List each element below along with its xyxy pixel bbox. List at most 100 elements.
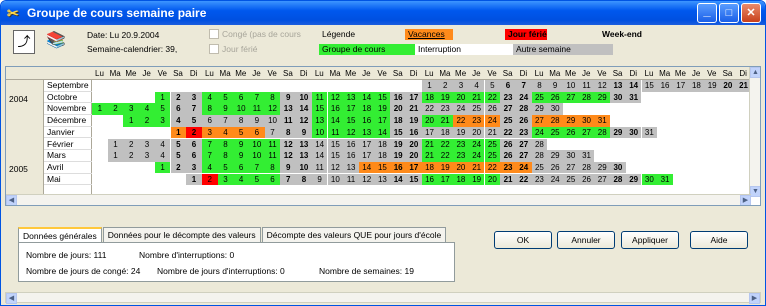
day-cell[interactable]: 7 bbox=[186, 103, 202, 115]
day-cell[interactable]: 17 bbox=[406, 161, 422, 174]
day-cell[interactable]: 19 bbox=[406, 115, 422, 127]
day-cell[interactable]: 24 bbox=[515, 91, 532, 104]
day-cell[interactable]: 11 bbox=[311, 91, 328, 104]
day-cell[interactable]: 3 bbox=[154, 115, 171, 127]
day-cell[interactable]: 24 bbox=[468, 138, 485, 150]
day-cell[interactable]: 29 bbox=[531, 103, 548, 115]
day-cell[interactable]: 12 bbox=[343, 126, 359, 139]
day-cell[interactable]: 20 bbox=[720, 80, 736, 92]
day-cell[interactable]: 29 bbox=[594, 91, 611, 104]
day-cell[interactable]: 11 bbox=[264, 150, 281, 162]
day-cell[interactable]: 24 bbox=[515, 161, 532, 174]
day-cell[interactable]: 29 bbox=[625, 173, 642, 186]
day-cell[interactable]: 11 bbox=[249, 103, 265, 115]
day-cell[interactable]: 28 bbox=[515, 103, 532, 115]
day-cell[interactable]: 8 bbox=[217, 150, 234, 162]
day-cell[interactable]: 12 bbox=[280, 138, 297, 150]
day-cell[interactable]: 13 bbox=[296, 150, 312, 162]
day-cell[interactable]: 22 bbox=[515, 173, 532, 186]
day-cell[interactable]: 17 bbox=[358, 150, 375, 162]
day-cell[interactable]: 17 bbox=[374, 115, 391, 127]
day-cell[interactable]: 14 bbox=[311, 150, 328, 162]
day-cell[interactable]: 8 bbox=[296, 173, 312, 186]
day-cell[interactable]: 4 bbox=[139, 103, 155, 115]
day-cell[interactable]: 15 bbox=[343, 115, 359, 127]
day-cell[interactable]: 27 bbox=[515, 138, 532, 150]
day-cell[interactable]: 15 bbox=[311, 103, 328, 115]
day-cell[interactable]: 21 bbox=[437, 115, 454, 127]
day-cell[interactable]: 19 bbox=[453, 126, 469, 139]
day-cell[interactable]: 4 bbox=[233, 173, 249, 186]
day-cell[interactable]: 30 bbox=[547, 103, 563, 115]
day-cell[interactable]: 23 bbox=[515, 126, 532, 139]
day-cell[interactable]: 22 bbox=[437, 138, 454, 150]
day-cell[interactable]: 1 bbox=[92, 103, 108, 115]
day-cell[interactable]: 15 bbox=[374, 91, 391, 104]
day-cell[interactable]: 6 bbox=[170, 103, 187, 115]
day-cell[interactable]: 25 bbox=[484, 150, 501, 162]
horizontal-scrollbar[interactable]: ◀ ▶ bbox=[6, 194, 751, 205]
day-cell[interactable]: 12 bbox=[296, 115, 312, 127]
day-cell[interactable]: 23 bbox=[500, 91, 516, 104]
day-cell[interactable]: 10 bbox=[249, 138, 265, 150]
day-cell[interactable]: 29 bbox=[610, 126, 626, 139]
day-cell[interactable]: 9 bbox=[311, 173, 328, 186]
day-cell[interactable]: 22 bbox=[484, 161, 501, 174]
day-cell[interactable]: 21 bbox=[484, 126, 501, 139]
day-cell[interactable]: 11 bbox=[311, 161, 328, 174]
day-cell[interactable]: 26 bbox=[563, 126, 579, 139]
day-cell[interactable]: 28 bbox=[531, 138, 548, 150]
day-cell[interactable]: 16 bbox=[343, 138, 359, 150]
day-cell[interactable]: 2 bbox=[170, 91, 187, 104]
day-cell[interactable]: 28 bbox=[531, 150, 548, 162]
day-cell[interactable]: 31 bbox=[657, 173, 673, 186]
day-cell[interactable]: 20 bbox=[390, 103, 406, 115]
day-cell[interactable]: 21 bbox=[468, 91, 485, 104]
day-cell[interactable]: 30 bbox=[641, 173, 658, 186]
day-cell[interactable]: 25 bbox=[531, 161, 548, 174]
day-cell[interactable]: 7 bbox=[264, 126, 281, 139]
day-cell[interactable]: 1 bbox=[123, 115, 140, 127]
day-cell[interactable]: 17 bbox=[672, 80, 689, 92]
scroll-up-icon[interactable]: ▲ bbox=[750, 67, 760, 78]
day-cell[interactable]: 3 bbox=[453, 80, 469, 92]
day-cell[interactable]: 14 bbox=[625, 80, 642, 92]
day-cell[interactable]: 16 bbox=[343, 150, 359, 162]
tab-decompte-valeurs[interactable]: Données pour le décompte des valeurs bbox=[102, 227, 261, 242]
day-cell[interactable]: 8 bbox=[217, 138, 234, 150]
day-cell[interactable]: 15 bbox=[641, 80, 658, 92]
day-cell[interactable]: 22 bbox=[421, 103, 438, 115]
day-cell[interactable]: 24 bbox=[531, 126, 548, 139]
day-cell[interactable]: 8 bbox=[531, 80, 548, 92]
day-cell[interactable]: 1 bbox=[170, 126, 187, 139]
day-cell[interactable]: 26 bbox=[500, 150, 516, 162]
bottom-scroll-left-icon[interactable]: ◀ bbox=[6, 293, 17, 304]
day-cell[interactable]: 28 bbox=[594, 126, 611, 139]
day-cell[interactable]: 4 bbox=[217, 126, 234, 139]
day-cell[interactable]: 28 bbox=[578, 91, 595, 104]
day-cell[interactable]: 10 bbox=[311, 126, 328, 139]
day-cell[interactable]: 16 bbox=[358, 115, 375, 127]
day-cell[interactable]: 6 bbox=[186, 138, 202, 150]
day-cell[interactable]: 30 bbox=[625, 126, 642, 139]
bottom-scrollbar[interactable]: ◀ ▶ bbox=[5, 292, 761, 304]
day-cell[interactable]: 18 bbox=[437, 126, 454, 139]
exit-icon[interactable]: ⤴ bbox=[13, 30, 35, 54]
day-cell[interactable]: 11 bbox=[264, 138, 281, 150]
tab-donnees-generales[interactable]: Données générales bbox=[18, 227, 102, 243]
day-cell[interactable]: 10 bbox=[296, 161, 312, 174]
day-cell[interactable]: 15 bbox=[406, 173, 422, 186]
day-cell[interactable]: 12 bbox=[327, 161, 344, 174]
day-cell[interactable]: 15 bbox=[374, 161, 391, 174]
scroll-down-icon[interactable]: ▼ bbox=[750, 186, 760, 197]
day-cell[interactable]: 8 bbox=[233, 115, 249, 127]
minimize-button[interactable]: _ bbox=[697, 3, 717, 23]
day-cell[interactable]: 11 bbox=[327, 126, 344, 139]
day-cell[interactable]: 9 bbox=[249, 115, 265, 127]
day-cell[interactable]: 14 bbox=[327, 115, 344, 127]
day-cell[interactable]: 14 bbox=[374, 126, 391, 139]
day-cell[interactable]: 23 bbox=[468, 115, 485, 127]
day-cell[interactable]: 1 bbox=[107, 138, 124, 150]
day-cell[interactable]: 5 bbox=[249, 173, 265, 186]
day-cell[interactable]: 27 bbox=[531, 115, 548, 127]
